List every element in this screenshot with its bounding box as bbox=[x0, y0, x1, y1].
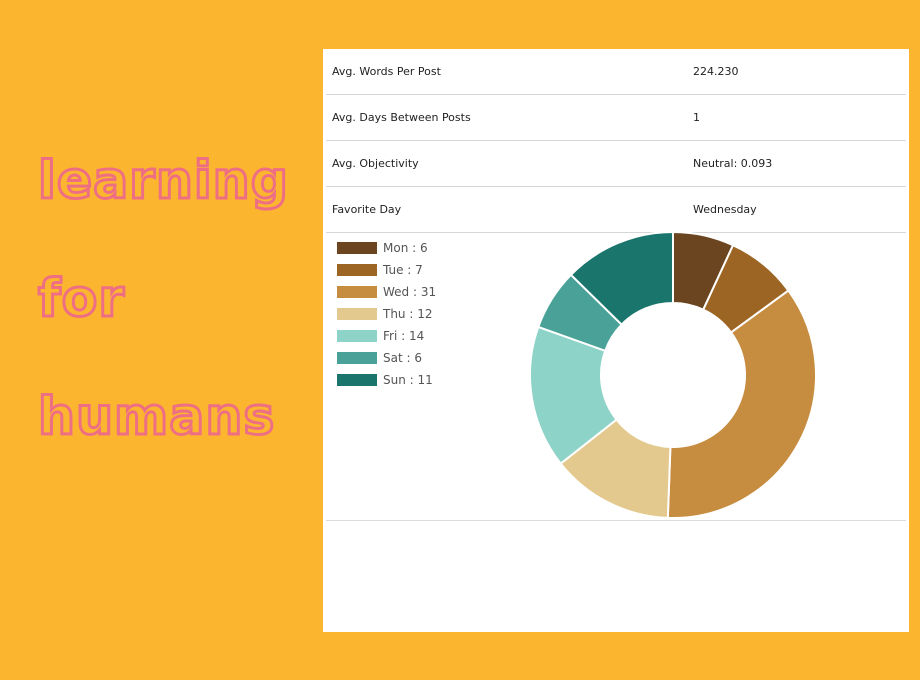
day-chart: Mon : 6 Tue : 7 Wed : 31 Thu : 12 Fri : … bbox=[326, 230, 906, 521]
stat-row-days-between: Avg. Days Between Posts 1 bbox=[326, 95, 906, 141]
stat-label: Avg. Words Per Post bbox=[332, 65, 441, 78]
brand-logo: learning for humans bbox=[37, 151, 308, 447]
brand-line-3: humans bbox=[37, 387, 276, 447]
stat-row-objectivity: Avg. Objectivity Neutral: 0.093 bbox=[326, 141, 906, 187]
stat-value: 1 bbox=[693, 111, 700, 124]
donut-chart bbox=[529, 230, 817, 519]
donut-slice-wed[interactable] bbox=[666, 289, 817, 519]
stat-row-words: Avg. Words Per Post 224.230 bbox=[326, 49, 906, 95]
stat-value: Neutral: 0.093 bbox=[693, 157, 773, 170]
stat-label: Avg. Days Between Posts bbox=[332, 111, 471, 124]
stat-row-favorite-day: Favorite Day Wednesday bbox=[326, 187, 906, 233]
stat-label: Favorite Day bbox=[332, 203, 402, 216]
brand-line-2: for bbox=[37, 269, 126, 329]
stats-table: Avg. Words Per Post 224.230 Avg. Days Be… bbox=[326, 49, 906, 233]
brand-line-1: learning bbox=[37, 151, 290, 211]
stat-value: Wednesday bbox=[693, 203, 757, 216]
stats-panel: Avg. Words Per Post 224.230 Avg. Days Be… bbox=[323, 49, 909, 632]
stat-label: Avg. Objectivity bbox=[332, 157, 419, 170]
stat-value: 224.230 bbox=[693, 65, 739, 78]
